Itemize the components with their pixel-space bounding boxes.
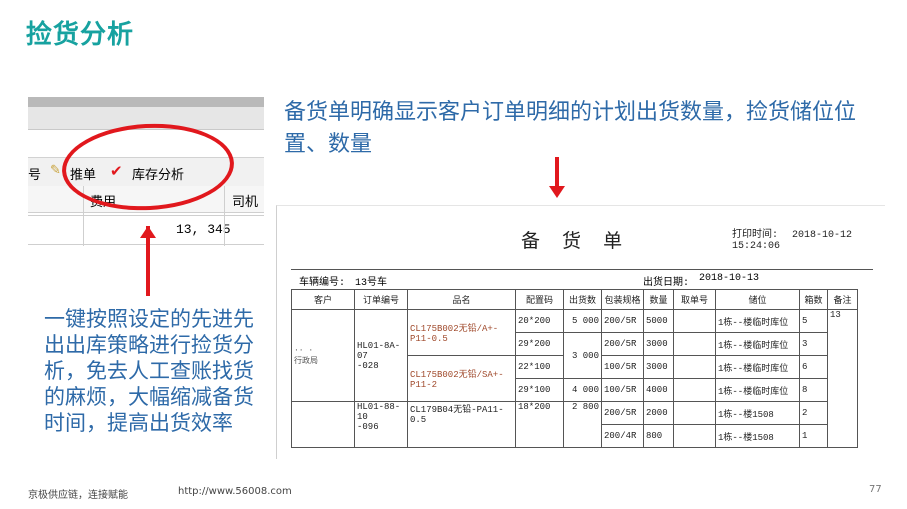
cell-qty: 800 (643, 424, 674, 448)
cell-product: CL175B002无铅/A+-P11-0.5 (407, 309, 516, 356)
th-qty: 数量 (643, 289, 674, 310)
slide-title: 捡货分析 (26, 20, 135, 50)
cell-pack: 100/5R (601, 378, 644, 402)
picking-table: 客户 订单编号 品名 配置码 出货数 包装规格 数量 取单号 储位 箱数 备注 … (291, 289, 858, 448)
cell-pack: 200/5R (601, 309, 644, 333)
vehicle-value: 13号车 (355, 278, 388, 289)
th-code: 配置码 (515, 289, 564, 310)
footer-slogan: 京极供应链，连接赋能 (28, 490, 128, 501)
document-title: 备 货 单 (521, 230, 631, 252)
th-ship-qty: 出货数 (563, 289, 602, 310)
cell-pack: 100/5R (601, 355, 644, 379)
th-order: 订单编号 (354, 289, 408, 310)
cell-boxes: 1 (799, 424, 828, 448)
toolbar-partial-label: 号 (28, 168, 42, 183)
picking-document: 备 货 单 打印时间: 2018-10-12 15:24:06 车辆编号: 13… (276, 205, 885, 459)
col-driver: 司机 (232, 195, 259, 210)
right-caption: 备货单明确显示客户订单明细的计划出货数量，捡货储位位置、数量 (284, 100, 857, 157)
th-boxes: 箱数 (799, 289, 828, 310)
cell-boxes: 8 (799, 378, 828, 402)
ship-date-value: 2018-10-13 (699, 273, 760, 284)
cell-boxes: 2 (799, 401, 828, 425)
arrow-up-shaft (146, 226, 150, 296)
cell-boxes: 5 (799, 309, 828, 333)
cell-code: 18*200 (515, 401, 564, 448)
left-caption: 一键按照设定的先进先出出库策略进行捡货分析，免去人工查账找货的麻烦，大幅缩减备货… (44, 307, 254, 435)
cell-qty: 3000 (643, 355, 674, 379)
cell-pick (673, 401, 716, 425)
cell-location: 1栋--楼1508 (715, 424, 800, 448)
cell-location: 1栋--楼1508 (715, 401, 800, 425)
cell-customer: ·· · 行政局 (291, 309, 355, 402)
th-pack: 包装规格 (601, 289, 644, 310)
cell-boxes: 3 (799, 332, 828, 356)
screenshot-titlebar (28, 97, 264, 107)
vehicle-label: 车辆编号: (299, 278, 346, 289)
print-time: 打印时间: 2018-10-12 15:24:06 (732, 225, 885, 252)
cell-location: 1栋--楼临时库位 (715, 332, 800, 356)
cell-ship: 5 000 (563, 309, 602, 333)
cell-boxes: 6 (799, 355, 828, 379)
cell-code: 29*200 (515, 332, 564, 356)
th-note: 备注 (827, 289, 858, 310)
cell-code: 29*100 (515, 378, 564, 402)
cell-note: 13 (827, 309, 858, 448)
th-pick-no: 取单号 (673, 289, 716, 310)
cell-qty: 2000 (643, 401, 674, 425)
table-row: HL01-88-10 -096 CL179B04无铅-PA11-0.5 18*2… (291, 401, 858, 448)
fee-value: 13, 345 (176, 222, 231, 237)
cell-code: 20*200 (515, 309, 564, 333)
cell-qty: 3000 (643, 332, 674, 356)
cell-qty: 4000 (643, 378, 674, 402)
cell-order: HL01-8A-07 -028 (354, 309, 408, 402)
cell-product: CL175B002无铅/SA+-P11-2 (407, 355, 516, 402)
table-header-row: 客户 订单编号 品名 配置码 出货数 包装规格 数量 取单号 储位 箱数 备注 (291, 289, 858, 310)
cell-pick (673, 309, 716, 333)
cell-pick (673, 355, 716, 379)
cell-ship: 2 800 (563, 401, 602, 448)
cell-qty: 5000 (643, 309, 674, 333)
cell-product: CL179B04无铅-PA11-0.5 (407, 401, 516, 448)
page-number: 77 (869, 484, 882, 495)
cell-location: 1栋--楼临时库位 (715, 378, 800, 402)
cell-ship: 4 000 (563, 378, 602, 402)
cell-order: HL01-88-10 -096 (354, 401, 408, 448)
cell-pack: 200/4R (601, 424, 644, 448)
print-time-label: 打印时间: (732, 230, 779, 241)
cell-ship: 3 000 (563, 332, 602, 379)
cell-pick (673, 378, 716, 402)
table-row: ·· · 行政局 HL01-8A-07 -028 CL175B002无铅/A+-… (291, 309, 858, 448)
cell-pack: 200/5R (601, 332, 644, 356)
document-meta: 车辆编号: 13号车 出货日期: 2018-10-13 (291, 269, 873, 289)
cell-code: 22*100 (515, 355, 564, 379)
footer-url[interactable]: http://www.56008.com (178, 486, 292, 497)
cell-location: 1栋--楼临时库位 (715, 309, 800, 333)
ship-date-label: 出货日期: (643, 278, 690, 289)
arrow-down-icon (549, 186, 565, 198)
grid-divider (224, 186, 225, 246)
cell-pack: 200/5R (601, 401, 644, 425)
th-location: 储位 (715, 289, 800, 310)
cell-customer (291, 401, 355, 448)
cell-location: 1栋--楼临时库位 (715, 355, 800, 379)
th-customer: 客户 (291, 289, 355, 310)
cell-pick (673, 332, 716, 356)
cell-pick (673, 424, 716, 448)
arrow-down-shaft (555, 157, 559, 187)
th-product: 品名 (407, 289, 516, 310)
push-icon: ✎ (50, 163, 61, 178)
